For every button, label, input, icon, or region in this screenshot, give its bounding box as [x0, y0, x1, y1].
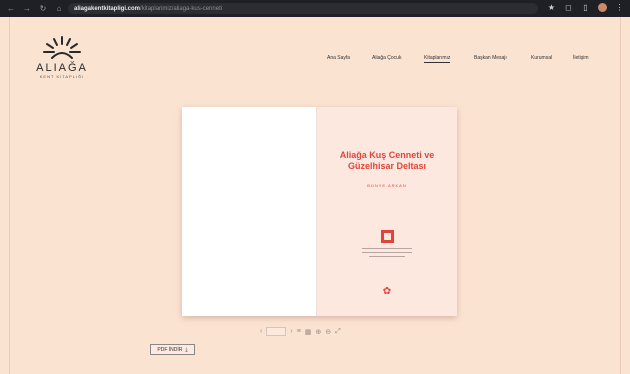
bookmark-star-icon[interactable]: ★: [547, 3, 556, 12]
nav-item-kurumsal[interactable]: Kurumsal: [531, 55, 552, 61]
book-title-line2: Güzelhisar Deltası: [347, 161, 427, 171]
url-host: aliagakentkitapligi.com: [74, 5, 141, 12]
menu-icon[interactable]: ≡: [297, 328, 301, 335]
sidebar-icon[interactable]: ▯: [581, 3, 590, 12]
forward-icon[interactable]: →: [22, 4, 32, 14]
book-page-left[interactable]: [182, 107, 317, 316]
flipbook-viewer[interactable]: Aliağa Kuş Cenneti ve Güzelhisar Deltası…: [182, 107, 457, 316]
page-number-input[interactable]: [266, 327, 287, 336]
nav-item-baskan-mesaji[interactable]: Başkan Mesajı: [474, 55, 507, 61]
fine-print-line: [362, 248, 412, 249]
back-icon[interactable]: ←: [6, 4, 16, 14]
url-path: /kitaplarimiz/aliaga-kus-cenneti: [140, 5, 223, 12]
fine-print-line: [369, 256, 405, 257]
book-author: BÜNYE ARKAN: [367, 183, 407, 188]
download-icon: ⤓: [185, 346, 188, 353]
grid-icon[interactable]: ▦: [305, 328, 312, 336]
nav-item-aliaga-cocuk[interactable]: Aliağa Çocuk: [372, 55, 401, 61]
book-cover-page[interactable]: Aliağa Kuş Cenneti ve Güzelhisar Deltası…: [317, 107, 457, 316]
avatar[interactable]: [598, 3, 607, 12]
site-logo[interactable]: ALIAĞA KENT KİTAPLIĞI: [26, 34, 98, 79]
next-page-button[interactable]: ›: [290, 328, 292, 335]
qr-code-icon: [381, 230, 394, 243]
menu-dots-icon[interactable]: ⋮: [615, 3, 624, 12]
publisher-logo-icon: ✿: [382, 286, 392, 297]
fine-print-line: [362, 252, 412, 253]
nav-item-kitaplarimiz[interactable]: Kitaplarımız: [424, 55, 451, 63]
pdf-download-label: PDF İNDİR: [157, 346, 183, 353]
logo-title: ALIAĞA: [36, 62, 88, 74]
book-title: Aliağa Kuş Cenneti ve Güzelhisar Deltası: [317, 150, 457, 172]
nav-item-ana-sayfa[interactable]: Ana Sayfa: [327, 55, 350, 61]
viewer-toolbar: ‹ › ≡ ▦ ⊕ ⊖ ⤢: [255, 325, 380, 338]
pdf-download-button[interactable]: PDF İNDİR ⤓: [150, 344, 195, 355]
sun-logo-icon: [43, 36, 81, 59]
nav-item-iletisim[interactable]: İletişim: [573, 55, 589, 61]
prev-page-button[interactable]: ‹: [260, 328, 262, 335]
home-icon[interactable]: ⌂: [54, 4, 64, 14]
reload-icon[interactable]: ↻: [38, 4, 48, 14]
logo-subtitle: KENT KİTAPLIĞI: [39, 74, 85, 79]
browser-toolbar: ← → ↻ ⌂ aliagakentkitapligi.com /kitapla…: [0, 0, 630, 17]
zoom-in-icon[interactable]: ⊕: [315, 328, 321, 336]
extensions-icon[interactable]: ◻: [564, 3, 573, 12]
zoom-out-icon[interactable]: ⊖: [325, 328, 331, 336]
book-title-line1: Aliağa Kuş Cenneti ve: [339, 150, 435, 160]
address-bar[interactable]: aliagakentkitapligi.com /kitaplarimiz/al…: [68, 3, 538, 14]
fullscreen-icon[interactable]: ⤢: [335, 328, 341, 336]
